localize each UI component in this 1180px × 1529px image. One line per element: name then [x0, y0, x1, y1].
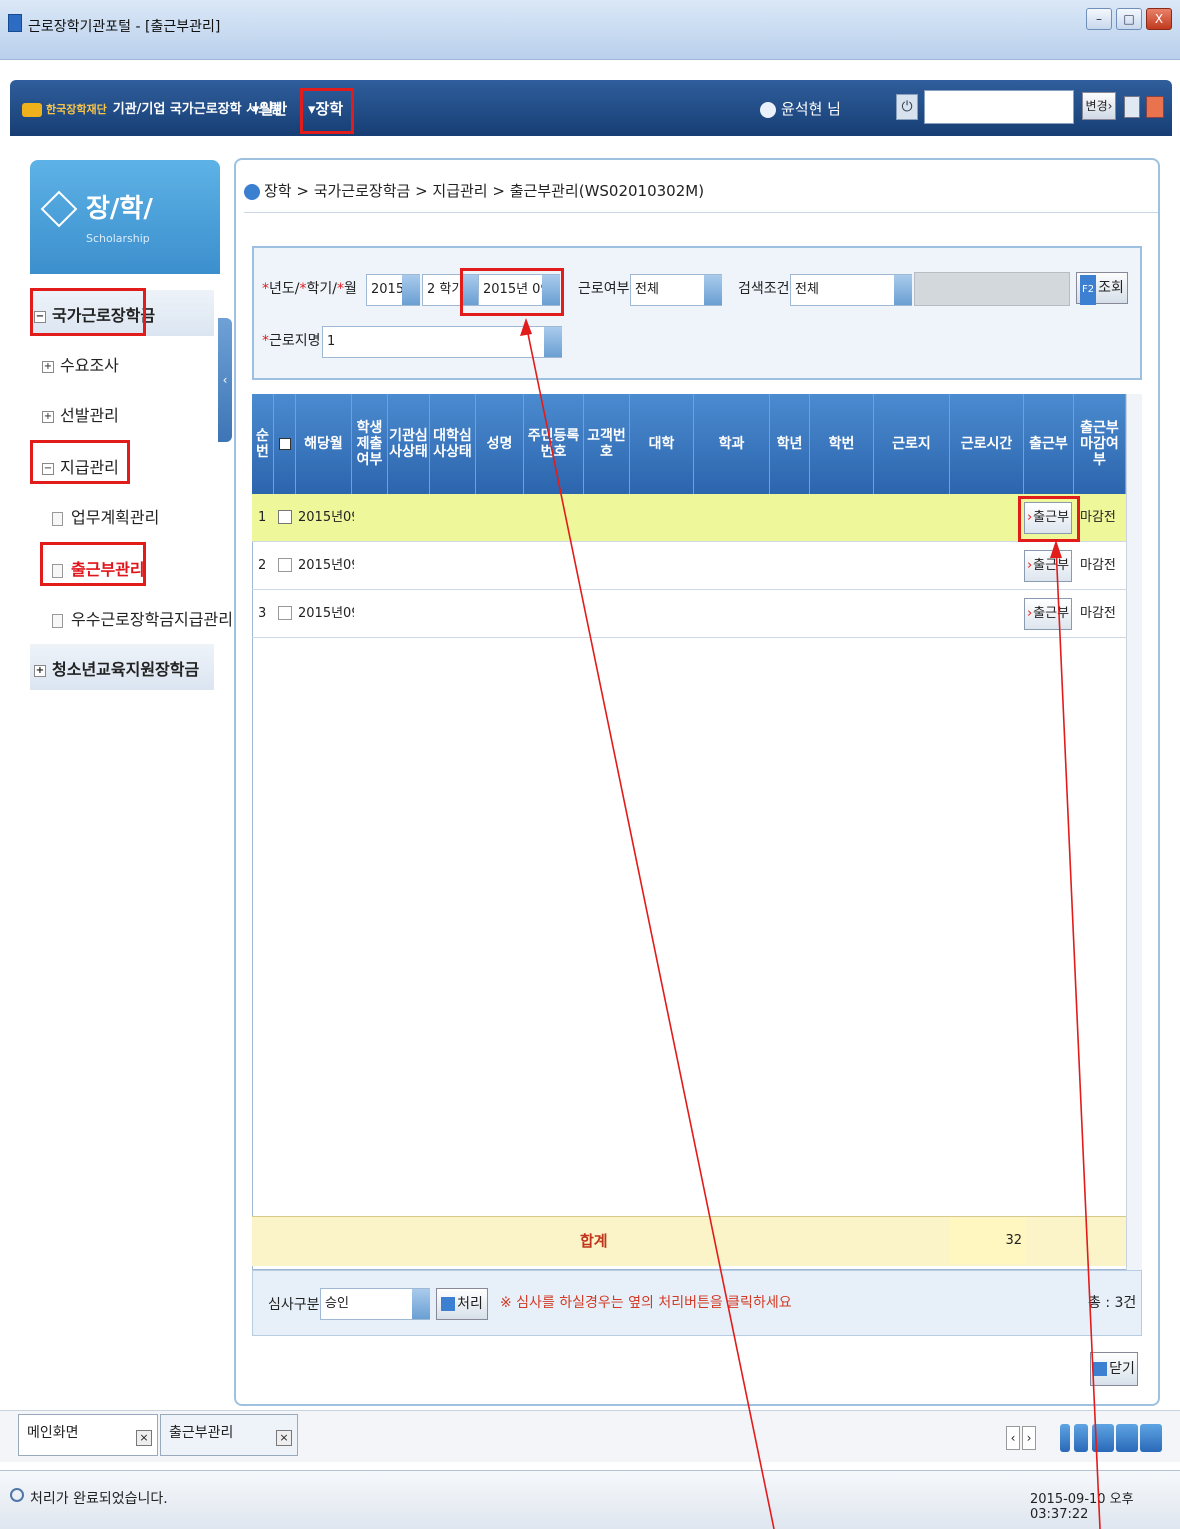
annotation-arrow-attendance: [1055, 545, 1101, 1529]
annotation-arrows: [520, 318, 1101, 1529]
annotation-arrow-month: [525, 323, 775, 1529]
arrowhead-icon: [1050, 540, 1062, 558]
arrowhead-icon: [520, 318, 532, 336]
